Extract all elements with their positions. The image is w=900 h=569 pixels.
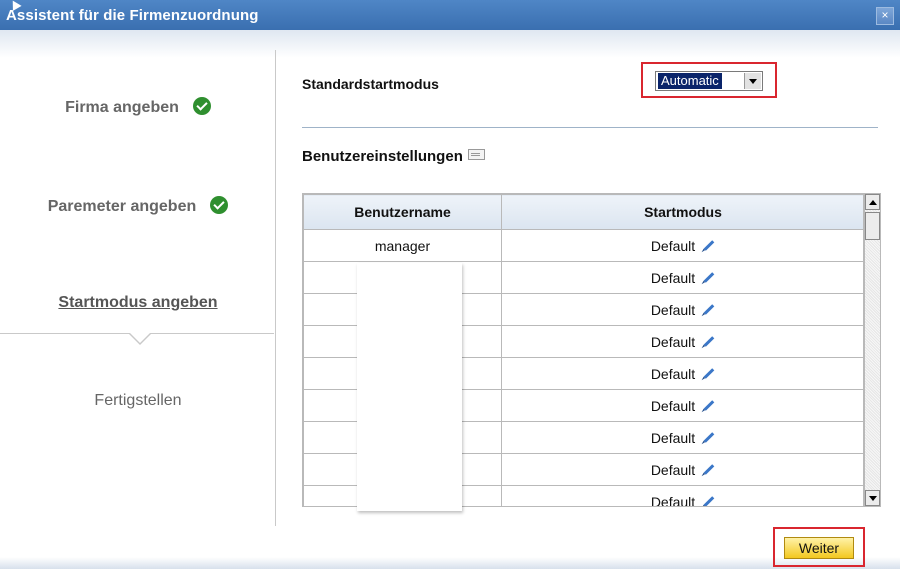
- start-mode-cell[interactable]: Default: [501, 453, 863, 486]
- start-mode-cell[interactable]: Default: [501, 389, 863, 422]
- edit-pencil-icon[interactable]: [703, 399, 715, 411]
- close-button[interactable]: ×: [876, 7, 894, 25]
- scroll-up-arrow-icon[interactable]: [865, 194, 880, 210]
- start-mode-cell[interactable]: Default: [501, 229, 863, 262]
- default-mode-label: Standardstartmodus: [302, 76, 439, 92]
- start-mode-value: Default: [650, 269, 696, 286]
- next-button-highlight: Weiter: [773, 527, 865, 567]
- start-mode-cell[interactable]: Default: [501, 261, 863, 294]
- step-parameters: Paremeter angeben: [0, 196, 276, 216]
- scrollbar-thumb[interactable]: [865, 212, 880, 240]
- table-scrollbar[interactable]: [864, 193, 881, 507]
- step-label: Startmodus angeben: [58, 294, 218, 311]
- start-mode-value: Default: [650, 333, 696, 350]
- start-mode-value: Default: [650, 461, 696, 478]
- table-row[interactable]: manager Default: [303, 229, 863, 262]
- edit-pencil-icon[interactable]: [703, 303, 715, 315]
- username-cell: manager: [303, 229, 502, 262]
- start-mode-value: Default: [650, 397, 696, 414]
- column-header-username[interactable]: Benutzername: [303, 194, 502, 230]
- start-mode-cell[interactable]: Default: [501, 293, 863, 326]
- edit-pencil-icon[interactable]: [703, 335, 715, 347]
- edit-pencil-icon[interactable]: [703, 463, 715, 475]
- edit-pencil-icon[interactable]: [703, 271, 715, 283]
- next-button[interactable]: Weiter: [784, 537, 854, 559]
- step-company: Firma angeben: [0, 97, 276, 117]
- start-mode-cell[interactable]: Default: [501, 357, 863, 390]
- step-start-mode: Startmodus angeben: [0, 294, 276, 312]
- edit-pencil-icon[interactable]: [703, 239, 715, 251]
- table-header-row: Benutzername Startmodus: [303, 194, 863, 230]
- footer-shade: [0, 557, 900, 569]
- edit-pencil-icon[interactable]: [703, 495, 715, 506]
- step-label: Firma angeben: [65, 99, 179, 116]
- edit-pencil-icon[interactable]: [703, 431, 715, 443]
- check-icon: [192, 97, 211, 115]
- redaction-overlay: [357, 263, 462, 511]
- panel-divider: [275, 50, 276, 526]
- step-label: Paremeter angeben: [47, 198, 197, 215]
- section-divider: [302, 127, 878, 128]
- chevron-down-icon[interactable]: [744, 73, 761, 89]
- start-mode-value: Default: [650, 429, 696, 446]
- start-mode-cell[interactable]: Default: [501, 325, 863, 358]
- wizard-steps: Firma angeben Paremeter angeben Startmod…: [0, 0, 276, 569]
- check-icon: [210, 196, 229, 214]
- edit-pencil-icon[interactable]: [703, 367, 715, 379]
- user-settings-label: Benutzereinstellungen: [302, 148, 463, 165]
- column-header-start-mode[interactable]: Startmodus: [501, 194, 863, 230]
- default-mode-highlight: Automatic: [641, 62, 777, 98]
- comment-icon[interactable]: [467, 149, 485, 160]
- start-mode-value: Default: [650, 493, 696, 507]
- start-mode-cell[interactable]: Default: [501, 421, 863, 454]
- step-finish: Fertigstellen: [0, 392, 276, 410]
- start-mode-value: Default: [650, 237, 696, 254]
- start-mode-value: Default: [650, 365, 696, 382]
- default-mode-select[interactable]: Automatic: [655, 71, 763, 91]
- scroll-down-arrow-icon[interactable]: [865, 490, 880, 506]
- user-settings-heading: Benutzereinstellungen: [302, 148, 485, 165]
- start-mode-value: Default: [650, 301, 696, 318]
- default-mode-value: Automatic: [657, 72, 723, 90]
- start-mode-cell[interactable]: Default: [501, 485, 863, 507]
- step-label: Fertigstellen: [94, 392, 182, 409]
